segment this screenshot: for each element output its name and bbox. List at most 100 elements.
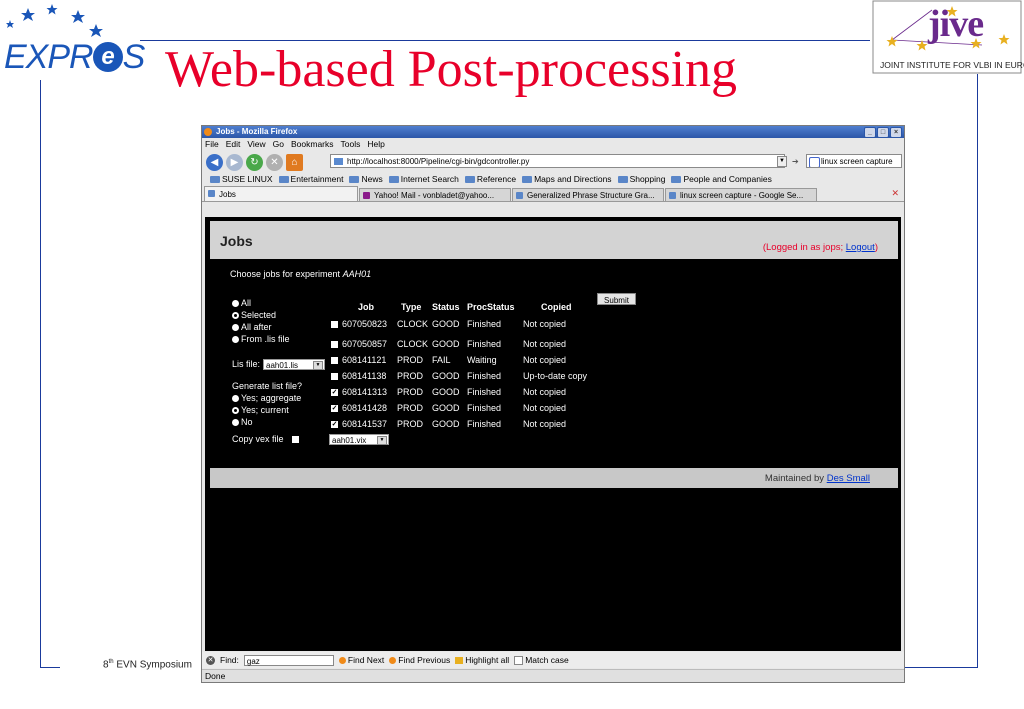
job-checkbox[interactable]: ✓ (331, 421, 338, 428)
bookmark-maps[interactable]: Maps and Directions (522, 173, 612, 186)
radio-all-after[interactable]: All after (232, 322, 272, 332)
job-copied: Not copied (523, 355, 567, 365)
job-checkbox[interactable]: ✓ (331, 405, 338, 412)
navigation-toolbar: ◀ ▶ ↻ ✕ ⌂ http://localhost:8000/Pipeline… (202, 151, 904, 173)
top-rule (140, 40, 870, 41)
menu-help[interactable]: Help (367, 138, 384, 151)
url-dropdown-icon[interactable]: ▼ (777, 156, 787, 167)
search-input[interactable]: linux screen capture (806, 154, 902, 168)
job-id: 608141138 (342, 371, 387, 381)
radio-selected[interactable]: Selected (232, 310, 276, 320)
go-icon[interactable]: ➔ (792, 157, 799, 166)
job-procstatus: Finished (467, 339, 502, 349)
radio-button[interactable] (232, 311, 239, 319)
job-checkbox[interactable] (331, 321, 338, 328)
bookmark-suse-linux[interactable]: SUSE LINUX (210, 173, 273, 186)
job-copied: Not copied (523, 387, 567, 397)
bookmark-internet-search[interactable]: Internet Search (388, 173, 459, 186)
slide-title: Web-based Post-processing (165, 41, 738, 98)
yahoo-icon (363, 192, 370, 199)
url-input[interactable]: http://localhost:8000/Pipeline/cgi-bin/g… (330, 154, 785, 168)
chevron-down-icon: ▼ (377, 436, 387, 445)
bookmark-news[interactable]: News (349, 173, 383, 186)
close-icon[interactable]: × (890, 127, 902, 138)
job-copied: Up-to-date copy (523, 371, 588, 381)
job-procstatus: Finished (467, 387, 502, 397)
minimize-icon[interactable]: _ (864, 127, 876, 138)
find-input[interactable]: gaz (243, 654, 334, 666)
highlight-all-button[interactable]: Highlight all (455, 655, 509, 665)
bookmarks-toolbar: SUSE LINUX Entertainment News Internet S… (202, 173, 904, 186)
find-previous-button[interactable]: Find Previous (389, 655, 450, 665)
radio-no[interactable]: No (232, 417, 253, 427)
radio-yes-aggregate[interactable]: Yes; aggregate (232, 393, 301, 403)
checkbox[interactable] (514, 655, 524, 665)
folder-icon (278, 176, 289, 183)
job-status: GOOD (432, 319, 460, 329)
lis-file-label: Lis file: (232, 359, 261, 369)
job-copied: Not copied (523, 403, 567, 413)
bookmark-reference[interactable]: Reference (464, 173, 516, 186)
menu-file[interactable]: File (205, 138, 219, 151)
lis-file-select[interactable]: aah01.lis ▼ (263, 359, 325, 370)
close-find-icon[interactable]: ✕ (206, 655, 215, 665)
submit-button[interactable]: Submit (597, 293, 636, 305)
tab-phrase-structure[interactable]: Generalized Phrase Structure Gra... (512, 188, 664, 201)
radio-yes-current[interactable]: Yes; current (232, 405, 289, 415)
job-type: PROD (397, 387, 424, 397)
job-status: GOOD (432, 403, 460, 413)
job-checkbox[interactable]: ✓ (331, 389, 338, 396)
menu-view[interactable]: View (247, 138, 265, 151)
menu-tools[interactable]: Tools (341, 138, 361, 151)
maximize-icon[interactable]: □ (877, 127, 889, 138)
close-tab-icon[interactable]: ✕ (891, 188, 899, 199)
column-procstatus: ProcStatus (467, 302, 515, 312)
radio-button[interactable] (232, 299, 239, 307)
radio-button[interactable] (232, 335, 239, 343)
back-icon[interactable]: ◀ (206, 153, 223, 171)
tab-yahoo-mail[interactable]: Yahoo! Mail - vonbladet@yahoo... (359, 188, 511, 201)
vex-file-select[interactable]: aah01.vix ▼ (329, 434, 389, 445)
folder-icon (617, 176, 628, 183)
job-checkbox[interactable] (331, 373, 338, 380)
folder-icon (349, 176, 360, 183)
job-id: 608141537 (342, 419, 388, 429)
tab-bar: Jobs Yahoo! Mail - vonbladet@yahoo... Ge… (202, 186, 904, 202)
radio-all[interactable]: All (232, 298, 251, 308)
job-type: PROD (397, 419, 424, 429)
copy-vex-label: Copy vex file (232, 434, 284, 444)
forward-icon[interactable]: ▶ (226, 153, 243, 171)
job-procstatus: Finished (467, 319, 502, 329)
menu-edit[interactable]: Edit (226, 138, 241, 151)
bookmark-shopping[interactable]: Shopping (617, 173, 665, 186)
radio-button[interactable] (232, 418, 239, 426)
match-case-checkbox[interactable]: Match case (514, 655, 569, 665)
bottom-rule-right (905, 667, 978, 668)
menu-bookmarks[interactable]: Bookmarks (291, 138, 334, 151)
radio-from-lis[interactable]: From .lis file (232, 334, 290, 344)
job-type: PROD (397, 355, 424, 365)
job-type: CLOCK (397, 339, 429, 349)
tab-google-search[interactable]: linux screen capture - Google Se... (665, 188, 817, 201)
bookmark-entertainment[interactable]: Entertainment (278, 173, 343, 186)
copy-vex-checkbox[interactable] (292, 436, 299, 443)
logout-link[interactable]: Logout (846, 242, 875, 253)
job-checkbox[interactable] (331, 357, 338, 364)
home-icon[interactable]: ⌂ (286, 153, 303, 171)
radio-button[interactable] (232, 394, 239, 402)
reload-icon[interactable]: ↻ (246, 153, 263, 171)
radio-button[interactable] (232, 406, 239, 414)
job-copied: Not copied (523, 419, 567, 429)
maintainer-link[interactable]: Des Small (827, 473, 870, 484)
google-icon (809, 157, 820, 167)
tab-jobs[interactable]: Jobs (204, 186, 358, 201)
maintained-by: Maintained by Des Small (764, 473, 870, 484)
jobs-header: Jobs (Logged in as jops; Logout) (210, 221, 898, 259)
window-titlebar[interactable]: Jobs - Mozilla Firefox _ □ × (202, 126, 904, 138)
bookmark-people[interactable]: People and Companies (671, 173, 772, 186)
find-next-button[interactable]: Find Next (338, 655, 384, 665)
job-checkbox[interactable] (331, 341, 338, 348)
menu-go[interactable]: Go (273, 138, 284, 151)
stop-icon[interactable]: ✕ (266, 153, 283, 171)
radio-button[interactable] (232, 323, 239, 331)
